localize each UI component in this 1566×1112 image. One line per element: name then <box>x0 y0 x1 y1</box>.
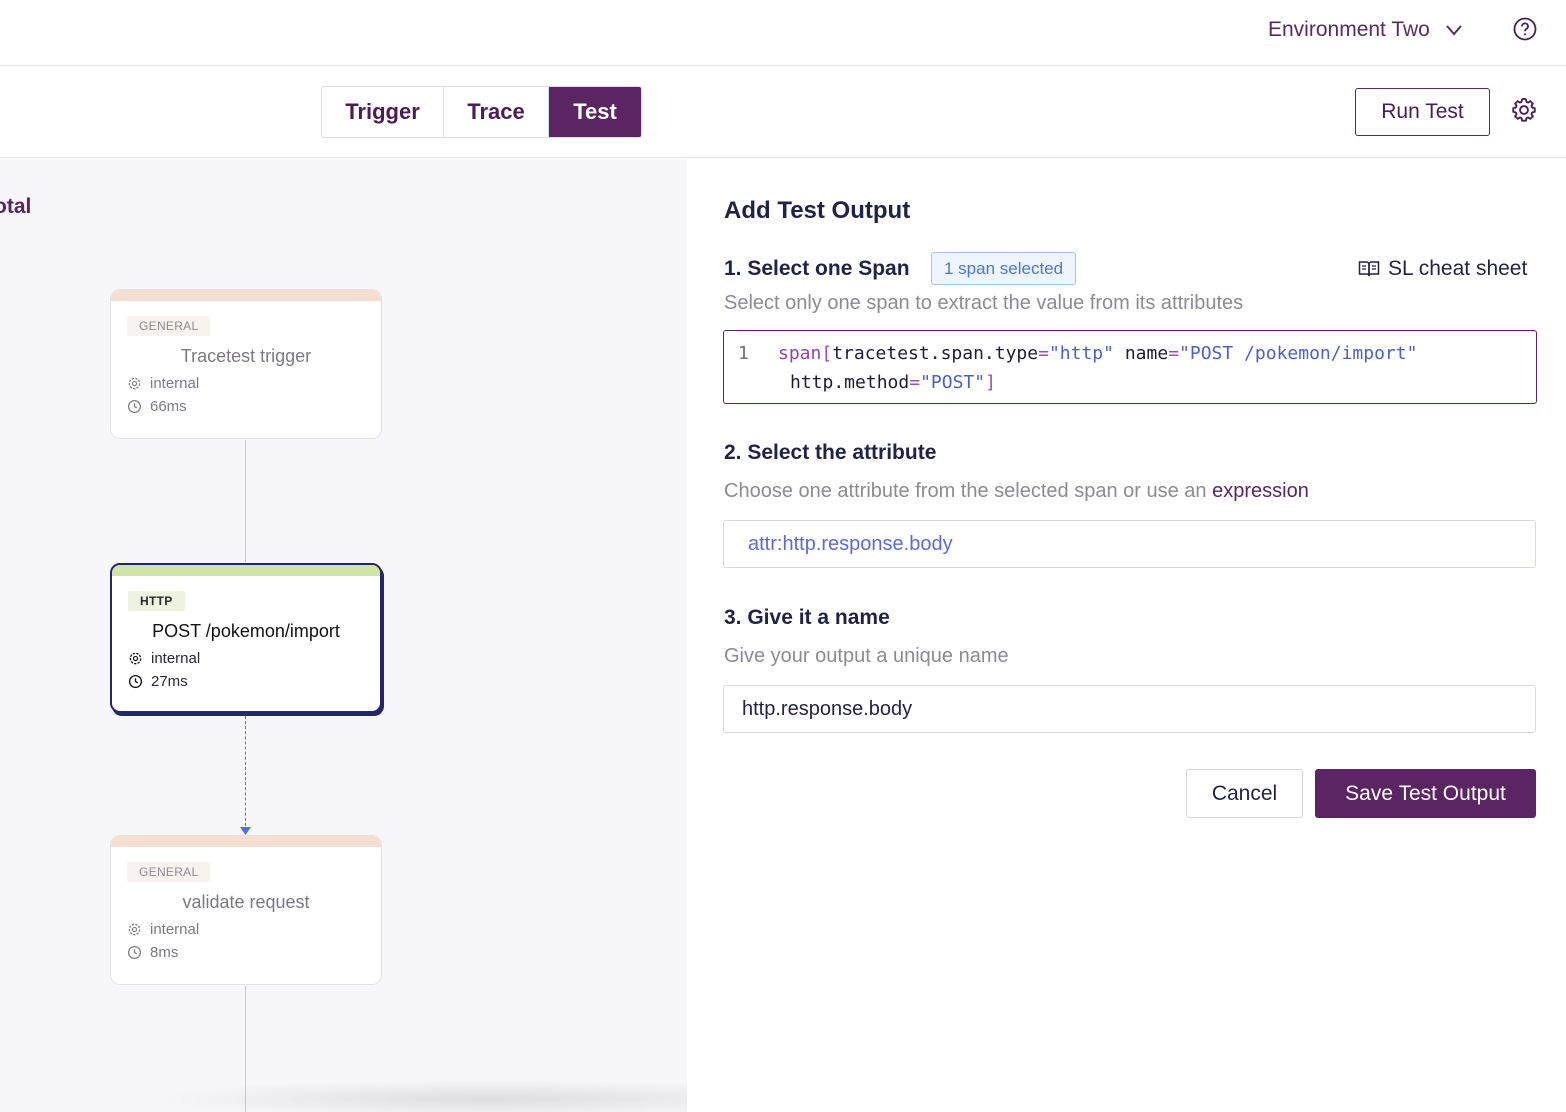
book-icon <box>1358 261 1380 277</box>
clock-icon <box>128 674 143 689</box>
gear-icon <box>128 923 141 936</box>
clock-icon <box>127 945 142 960</box>
gear-icon <box>128 377 141 390</box>
attribute-input[interactable]: attr:http.response.body <box>723 520 1536 568</box>
code-equals: = <box>1168 343 1180 364</box>
add-test-output-panel: Add Test Output 1. Select one Span 1 spa… <box>687 159 1566 1112</box>
span-duration-label: 66ms <box>150 398 187 415</box>
total-label: otal <box>0 195 32 218</box>
panel-title: Add Test Output <box>724 197 911 224</box>
cheat-sheet-label: SL cheat sheet <box>1388 257 1528 280</box>
span-kind-label: internal <box>151 650 201 667</box>
span-kind: internal <box>127 375 365 392</box>
code-string: "POST /pokemon/import" <box>1179 343 1418 364</box>
code-string: "POST" <box>920 372 986 393</box>
code-equals: = <box>1038 343 1049 364</box>
step3-title: 3. Give it a name <box>724 606 890 629</box>
cheat-sheet-link[interactable]: SL cheat sheet <box>1358 257 1527 281</box>
step3-help: Give your output a unique name <box>724 645 1009 667</box>
save-test-output-button[interactable]: Save Test Output <box>1315 769 1536 818</box>
graph-edge-active <box>245 716 246 831</box>
span-node-tracetest-trigger[interactable]: GENERAL Tracetest trigger internal 66ms <box>110 289 382 439</box>
span-kind-label: internal <box>150 921 200 938</box>
step2-help: Choose one attribute from the selected s… <box>724 480 1309 503</box>
tab-trace[interactable]: Trace <box>443 87 548 137</box>
gear-icon[interactable] <box>1510 96 1538 124</box>
span-type-bar <box>112 565 380 576</box>
scroll-shadow <box>140 1079 687 1112</box>
code-string: "http" <box>1048 343 1114 364</box>
span-type-badge: GENERAL <box>127 862 211 882</box>
span-kind: internal <box>127 921 365 938</box>
trace-graph[interactable]: otal GENERAL Tracetest trigger internal … <box>0 159 687 1112</box>
graph-edge <box>245 440 246 562</box>
tab-trigger[interactable]: Trigger <box>322 87 443 137</box>
span-duration: 8ms <box>127 944 365 961</box>
span-name: POST /pokemon/import <box>152 621 340 641</box>
environment-label: Environment Two <box>1268 18 1430 41</box>
top-header: Environment Two <box>0 0 1566 66</box>
clock-icon <box>127 399 142 414</box>
tab-test[interactable]: Test <box>548 87 641 137</box>
code-keyword: span <box>778 343 822 364</box>
span-node-validate-request[interactable]: GENERAL validate request internal 8ms <box>110 835 382 985</box>
step1-title: 1. Select one Span <box>724 257 910 280</box>
span-selected-badge: 1 span selected <box>931 252 1077 285</box>
span-kind-label: internal <box>150 375 200 392</box>
span-duration: 66ms <box>127 398 365 415</box>
code-attribute: tracetest.span.type <box>832 343 1039 364</box>
span-kind: internal <box>128 650 364 667</box>
span-type-badge: GENERAL <box>127 316 211 336</box>
arrow-down-icon <box>240 827 251 835</box>
span-node-post-pokemon-import[interactable]: HTTP POST /pokemon/import internal 27ms <box>110 563 382 713</box>
span-type-bar <box>111 290 381 301</box>
code-equals: = <box>909 372 921 393</box>
code-attribute: name <box>1124 343 1169 364</box>
code-bracket: [ <box>821 343 833 364</box>
span-duration-label: 27ms <box>151 673 188 690</box>
cancel-button[interactable]: Cancel <box>1186 769 1303 818</box>
span-duration: 27ms <box>128 673 364 690</box>
span-duration-label: 8ms <box>150 944 179 961</box>
step2-title: 2. Select the attribute <box>724 441 937 464</box>
selector-code: span[tracetest.span.type="http" name="PO… <box>778 339 1528 397</box>
step2-help-text: Choose one attribute from the selected s… <box>724 480 1207 502</box>
span-selector-editor[interactable]: 1 span[tracetest.span.type="http" name="… <box>723 330 1537 404</box>
code-bracket: ] <box>985 372 996 393</box>
output-name-input[interactable]: http.response.body <box>723 685 1536 733</box>
code-attribute: http.method <box>790 372 910 393</box>
gear-icon <box>129 652 142 665</box>
line-number: 1 <box>738 343 749 364</box>
chevron-down-icon <box>1446 25 1462 36</box>
span-name: Tracetest trigger <box>180 346 312 366</box>
step1-help: Select only one span to extract the valu… <box>724 292 1244 314</box>
environment-selector[interactable]: Environment Two <box>1268 16 1464 44</box>
span-name: validate request <box>182 892 310 912</box>
mode-toolbar: Trigger Trace Test Run Test <box>0 66 1566 158</box>
span-type-badge: HTTP <box>128 591 185 611</box>
mode-tabs: Trigger Trace Test <box>321 86 642 138</box>
question-circle-icon[interactable] <box>1512 16 1538 42</box>
expression-link[interactable]: expression <box>1212 480 1309 502</box>
span-type-bar <box>111 836 381 847</box>
run-test-button[interactable]: Run Test <box>1355 88 1490 136</box>
